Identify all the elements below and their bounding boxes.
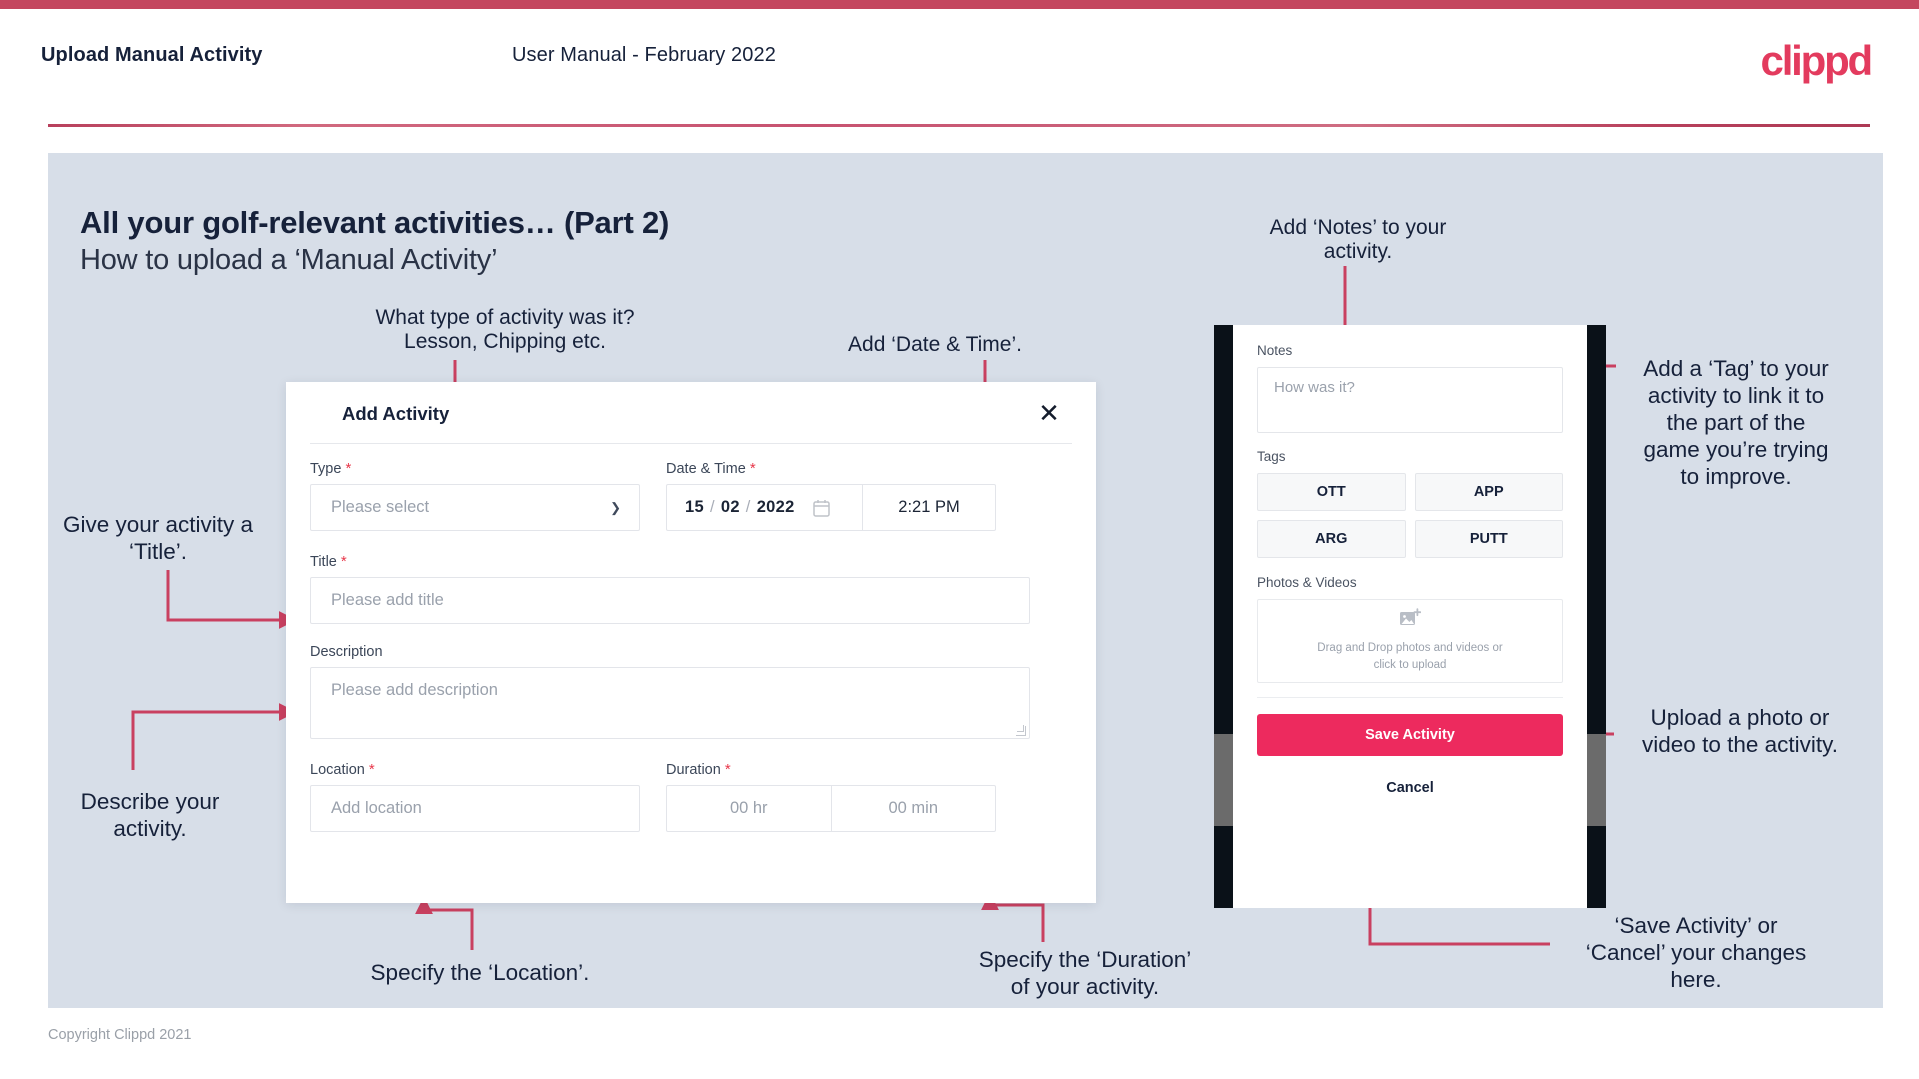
footer-copyright: Copyright Clippd 2021 <box>48 1027 192 1043</box>
date-month: 02 <box>720 498 740 516</box>
phone-bezel-left-accent <box>1214 734 1233 826</box>
title-input[interactable]: Please add title <box>310 577 1030 624</box>
type-placeholder: Please select <box>331 498 430 516</box>
datetime-field-group: Date & Time * 15 / 02 / 2022 2:21 PM <box>666 460 996 531</box>
tags-label: Tags <box>1257 449 1286 464</box>
annotation-tag: Add a ‘Tag’ to your activity to link it t… <box>1643 356 1829 489</box>
description-field-group: Description Please add description <box>310 644 1072 739</box>
annotation-upload: Upload a photo or video to the activity. <box>1642 705 1838 757</box>
annotation-type: What type of activity was it? Lesson, Chi… <box>375 306 635 354</box>
annotation-save-cancel: ‘Save Activity’ or ‘Cancel’ your changes h… <box>1585 913 1807 992</box>
activity-form: Type * Please select ❯ Date & Time * 15 … <box>310 460 1072 832</box>
annotation-duration: Specify the ‘Duration’ of your activity. <box>978 947 1192 999</box>
datetime-label: Date & Time * <box>666 460 996 477</box>
resize-handle-icon[interactable] <box>1016 725 1026 736</box>
add-image-icon <box>1399 608 1422 633</box>
slide-subtitle: How to upload a ‘Manual Activity’ <box>80 244 498 276</box>
duration-field-group: Duration * 00 hr 00 min <box>666 761 996 832</box>
datetime-input-wrapper: 15 / 02 / 2022 2:21 PM <box>666 484 996 531</box>
dialog-title: Add Activity <box>342 403 450 424</box>
location-placeholder: Add location <box>331 799 422 817</box>
required-asterisk: * <box>340 553 347 570</box>
media-dropzone[interactable]: Drag and Drop photos and videos or click … <box>1257 599 1563 683</box>
header-divider <box>48 124 1870 127</box>
tag-button-app[interactable]: APP <box>1414 473 1563 511</box>
type-field-group: Type * Please select ❯ <box>310 460 640 531</box>
date-day: 15 <box>685 498 704 516</box>
tag-button-arg[interactable]: ARG <box>1257 520 1406 558</box>
description-label: Description <box>310 644 383 660</box>
annotation-description: Describe your activity. <box>80 789 220 841</box>
notes-label: Notes <box>1257 343 1293 358</box>
type-select[interactable]: Please select ❯ <box>310 484 640 531</box>
tag-button-putt[interactable]: PUTT <box>1414 520 1563 558</box>
close-icon[interactable]: ✕ <box>1032 396 1066 430</box>
duration-hours-input[interactable]: 00 hr <box>667 786 832 831</box>
duration-label: Duration * <box>666 761 996 778</box>
annotation-title: Give your activity a ‘Title’. <box>62 512 254 564</box>
type-label: Type * <box>310 460 640 477</box>
required-asterisk: * <box>749 460 756 477</box>
phone-screen: Notes How was it? Tags OTT APP ARG PUTT … <box>1233 325 1587 908</box>
duration-label-text: Duration <box>666 762 721 778</box>
duration-input-wrapper: 00 hr 00 min <box>666 785 996 832</box>
datetime-label-text: Date & Time <box>666 461 746 477</box>
dialog-header: Add Activity ✕ <box>286 382 1096 444</box>
location-input[interactable]: Add location <box>310 785 640 832</box>
annotation-location: Specify the ‘Location’. <box>370 960 590 985</box>
clippd-logo: clippd <box>1760 37 1874 84</box>
dropzone-text: Drag and Drop photos and videos or click … <box>1317 642 1503 671</box>
cancel-button[interactable]: Cancel <box>1257 768 1563 808</box>
required-asterisk: * <box>724 761 731 778</box>
header-subtitle: User Manual - February 2022 <box>512 44 776 66</box>
phone-content: Notes How was it? Tags OTT APP ARG PUTT … <box>1233 325 1587 808</box>
header-title: Upload Manual Activity <box>41 44 263 66</box>
annotation-notes: Add ‘Notes’ to your activity. <box>1269 216 1447 264</box>
notes-input[interactable]: How was it? <box>1257 367 1563 433</box>
date-input[interactable]: 15 / 02 / 2022 <box>667 485 863 530</box>
phone-divider <box>1257 697 1563 698</box>
slide-page: Upload Manual Activity User Manual - Feb… <box>0 0 1919 1079</box>
form-row-location-duration: Location * Add location Duration * 00 hr… <box>310 761 1072 832</box>
phone-bezel-right-accent <box>1587 734 1606 826</box>
description-textarea[interactable]: Please add description <box>310 667 1030 739</box>
tags-grid: OTT APP ARG PUTT <box>1257 473 1563 558</box>
chevron-down-icon: ❯ <box>610 499 621 515</box>
date-year: 2022 <box>756 498 795 516</box>
phone-mockup: Notes How was it? Tags OTT APP ARG PUTT … <box>1214 325 1606 908</box>
required-asterisk: * <box>345 460 352 477</box>
save-activity-button[interactable]: Save Activity <box>1257 714 1563 756</box>
title-placeholder: Please add title <box>331 591 444 609</box>
add-activity-dialog: Add Activity ✕ Type * Please select ❯ Da… <box>286 382 1096 903</box>
title-label: Title * <box>310 553 1072 570</box>
location-label-text: Location <box>310 762 365 778</box>
type-label-text: Type <box>310 461 342 477</box>
title-label-text: Title <box>310 554 337 570</box>
calendar-icon[interactable] <box>812 499 830 517</box>
time-input[interactable]: 2:21 PM <box>863 485 995 530</box>
date-separator: / <box>709 498 715 516</box>
description-placeholder: Please add description <box>331 681 498 699</box>
title-field-group: Title * Please add title <box>310 553 1072 624</box>
date-separator: / <box>745 498 751 516</box>
form-row-type-datetime: Type * Please select ❯ Date & Time * 15 … <box>310 460 1072 531</box>
required-asterisk: * <box>368 761 375 778</box>
location-label: Location * <box>310 761 640 778</box>
media-label: Photos & Videos <box>1257 575 1357 590</box>
dialog-header-divider <box>310 443 1072 444</box>
tag-button-ott[interactable]: OTT <box>1257 473 1406 511</box>
location-field-group: Location * Add location <box>310 761 640 832</box>
duration-minutes-input[interactable]: 00 min <box>832 786 996 831</box>
annotation-date-time: Add ‘Date & Time’. <box>848 333 1022 356</box>
slide-title: All your golf-relevant activities… (Part… <box>80 205 670 240</box>
top-accent-bar <box>0 0 1919 9</box>
